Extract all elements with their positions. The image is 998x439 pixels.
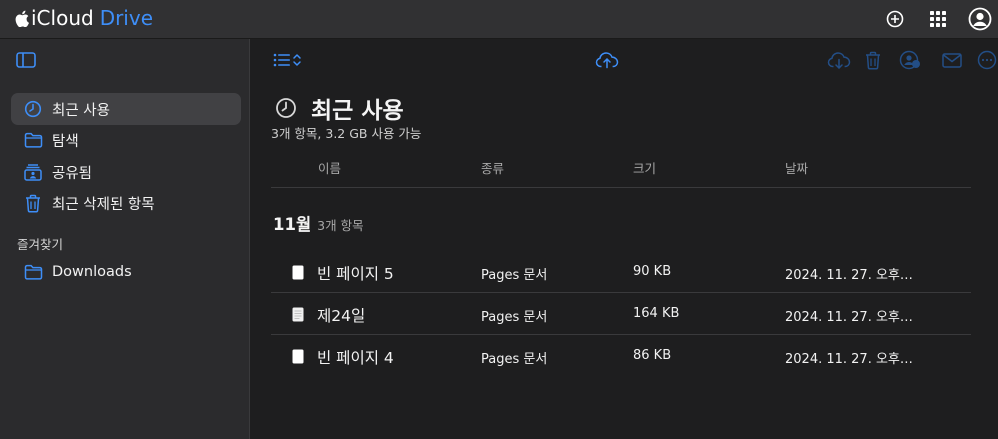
column-header-kind[interactable]: 종류 bbox=[481, 158, 504, 177]
group-header: 11월 3개 항목 bbox=[273, 211, 364, 235]
file-name: 빈 페이지 5 bbox=[317, 265, 394, 283]
file-date: 2024. 11. 27. 오후… bbox=[785, 310, 913, 325]
header-divider bbox=[271, 187, 971, 188]
brand-icloud: iCloud bbox=[31, 6, 94, 30]
more-icon[interactable] bbox=[974, 48, 998, 72]
file-kind: Pages 문서 bbox=[481, 352, 548, 367]
page-title: 최근 사용 bbox=[311, 98, 404, 124]
app-logo[interactable]: iCloud Drive bbox=[15, 6, 153, 30]
column-header-name[interactable]: 이름 bbox=[318, 158, 341, 177]
file-kind: Pages 문서 bbox=[481, 268, 548, 283]
sidebar-item-shared[interactable]: 공유됨 bbox=[11, 156, 241, 188]
column-header-size[interactable]: 크기 bbox=[633, 158, 656, 177]
mail-icon[interactable] bbox=[939, 48, 965, 72]
sidebar-item-label: Downloads bbox=[52, 264, 132, 280]
delete-icon[interactable] bbox=[860, 48, 886, 72]
favorites-heading: 즐겨찾기 bbox=[17, 237, 64, 252]
sidebar-item-label: 최근 삭제된 항목 bbox=[52, 196, 155, 213]
shared-folder-icon bbox=[23, 162, 43, 182]
folder-icon bbox=[23, 130, 43, 150]
main-content: 최근 사용 3개 항목, 3.2 GB 사용 가능 이름 종류 크기 날짜 11… bbox=[251, 39, 998, 439]
sidebar-item-label: 탐색 bbox=[52, 133, 79, 150]
page-header: 최근 사용 bbox=[275, 91, 404, 125]
document-icon bbox=[292, 265, 304, 280]
storage-summary: 3개 항목, 3.2 GB 사용 가능 bbox=[271, 126, 422, 141]
file-name: 빈 페이지 4 bbox=[317, 349, 394, 367]
trash-icon bbox=[23, 193, 43, 213]
group-count: 3개 항목 bbox=[317, 218, 364, 233]
sidebar-item-label: 공유됨 bbox=[52, 165, 93, 182]
file-size: 90 KB bbox=[633, 264, 672, 279]
sidebar-item-recently-deleted[interactable]: 최근 삭제된 항목 bbox=[11, 187, 241, 219]
sidebar-toggle-icon[interactable] bbox=[16, 52, 36, 68]
column-header-date[interactable]: 날짜 bbox=[785, 158, 808, 177]
sidebar: 최근 사용 탐색 공유됨 최근 삭제된 항목 즐겨찾기 Downloads bbox=[0, 39, 250, 439]
download-icon[interactable] bbox=[826, 48, 852, 72]
sort-chevrons-icon[interactable] bbox=[289, 48, 305, 72]
document-icon bbox=[292, 349, 304, 364]
clock-icon bbox=[276, 98, 296, 118]
file-size: 86 KB bbox=[633, 348, 672, 363]
folder-icon bbox=[23, 262, 43, 282]
app-grid-icon[interactable] bbox=[926, 7, 950, 31]
file-row[interactable]: 빈 페이지 4 Pages 문서 86 KB 2024. 11. 27. 오후… bbox=[271, 335, 971, 377]
file-name: 제24일 bbox=[317, 307, 366, 325]
document-thumbnail-icon bbox=[292, 307, 304, 322]
file-row[interactable]: 제24일 Pages 문서 164 KB 2024. 11. 27. 오후… bbox=[271, 293, 971, 335]
apple-logo-icon bbox=[15, 10, 29, 27]
file-kind: Pages 문서 bbox=[481, 310, 548, 325]
clock-icon bbox=[23, 99, 43, 119]
top-bar: iCloud Drive bbox=[0, 0, 998, 39]
file-row[interactable]: 빈 페이지 5 Pages 문서 90 KB 2024. 11. 27. 오후… bbox=[271, 251, 971, 293]
share-people-icon[interactable] bbox=[897, 48, 923, 72]
add-circle-icon[interactable] bbox=[883, 7, 907, 31]
file-date: 2024. 11. 27. 오후… bbox=[785, 268, 913, 283]
sidebar-item-label: 최근 사용 bbox=[52, 102, 110, 119]
sidebar-item-browse[interactable]: 탐색 bbox=[11, 124, 241, 156]
file-date: 2024. 11. 27. 오후… bbox=[785, 352, 913, 367]
account-icon[interactable] bbox=[968, 7, 992, 31]
upload-icon[interactable] bbox=[594, 48, 620, 72]
file-size: 164 KB bbox=[633, 306, 680, 321]
group-month: 11월 bbox=[273, 215, 312, 234]
brand-drive: Drive bbox=[99, 6, 154, 30]
sidebar-item-recents[interactable]: 최근 사용 bbox=[11, 93, 241, 125]
sidebar-item-downloads[interactable]: Downloads bbox=[11, 256, 241, 288]
